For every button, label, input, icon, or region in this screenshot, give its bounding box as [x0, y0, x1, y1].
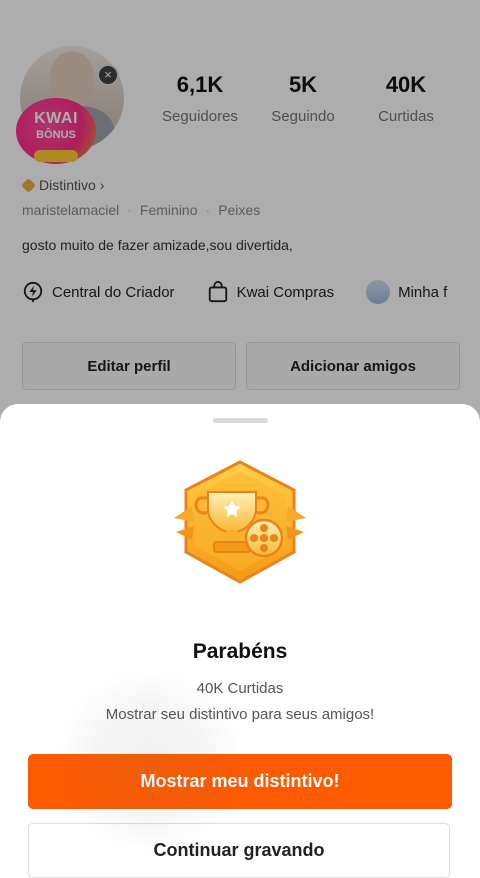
continue-recording-button[interactable]: Continuar gravando: [28, 823, 450, 878]
drag-handle[interactable]: [213, 418, 268, 423]
achievement-sheet: Parabéns 40K Curtidas Mostrar seu distin…: [0, 404, 480, 878]
sheet-title: Parabéns: [192, 640, 288, 663]
show-badge-button[interactable]: Mostrar meu distintivo!: [28, 754, 452, 809]
sheet-description: Mostrar seu distintivo para seus amigos!: [105, 706, 375, 723]
sheet-subtitle: 40K Curtidas: [196, 680, 284, 697]
trophy-film-badge-icon: [174, 460, 306, 584]
